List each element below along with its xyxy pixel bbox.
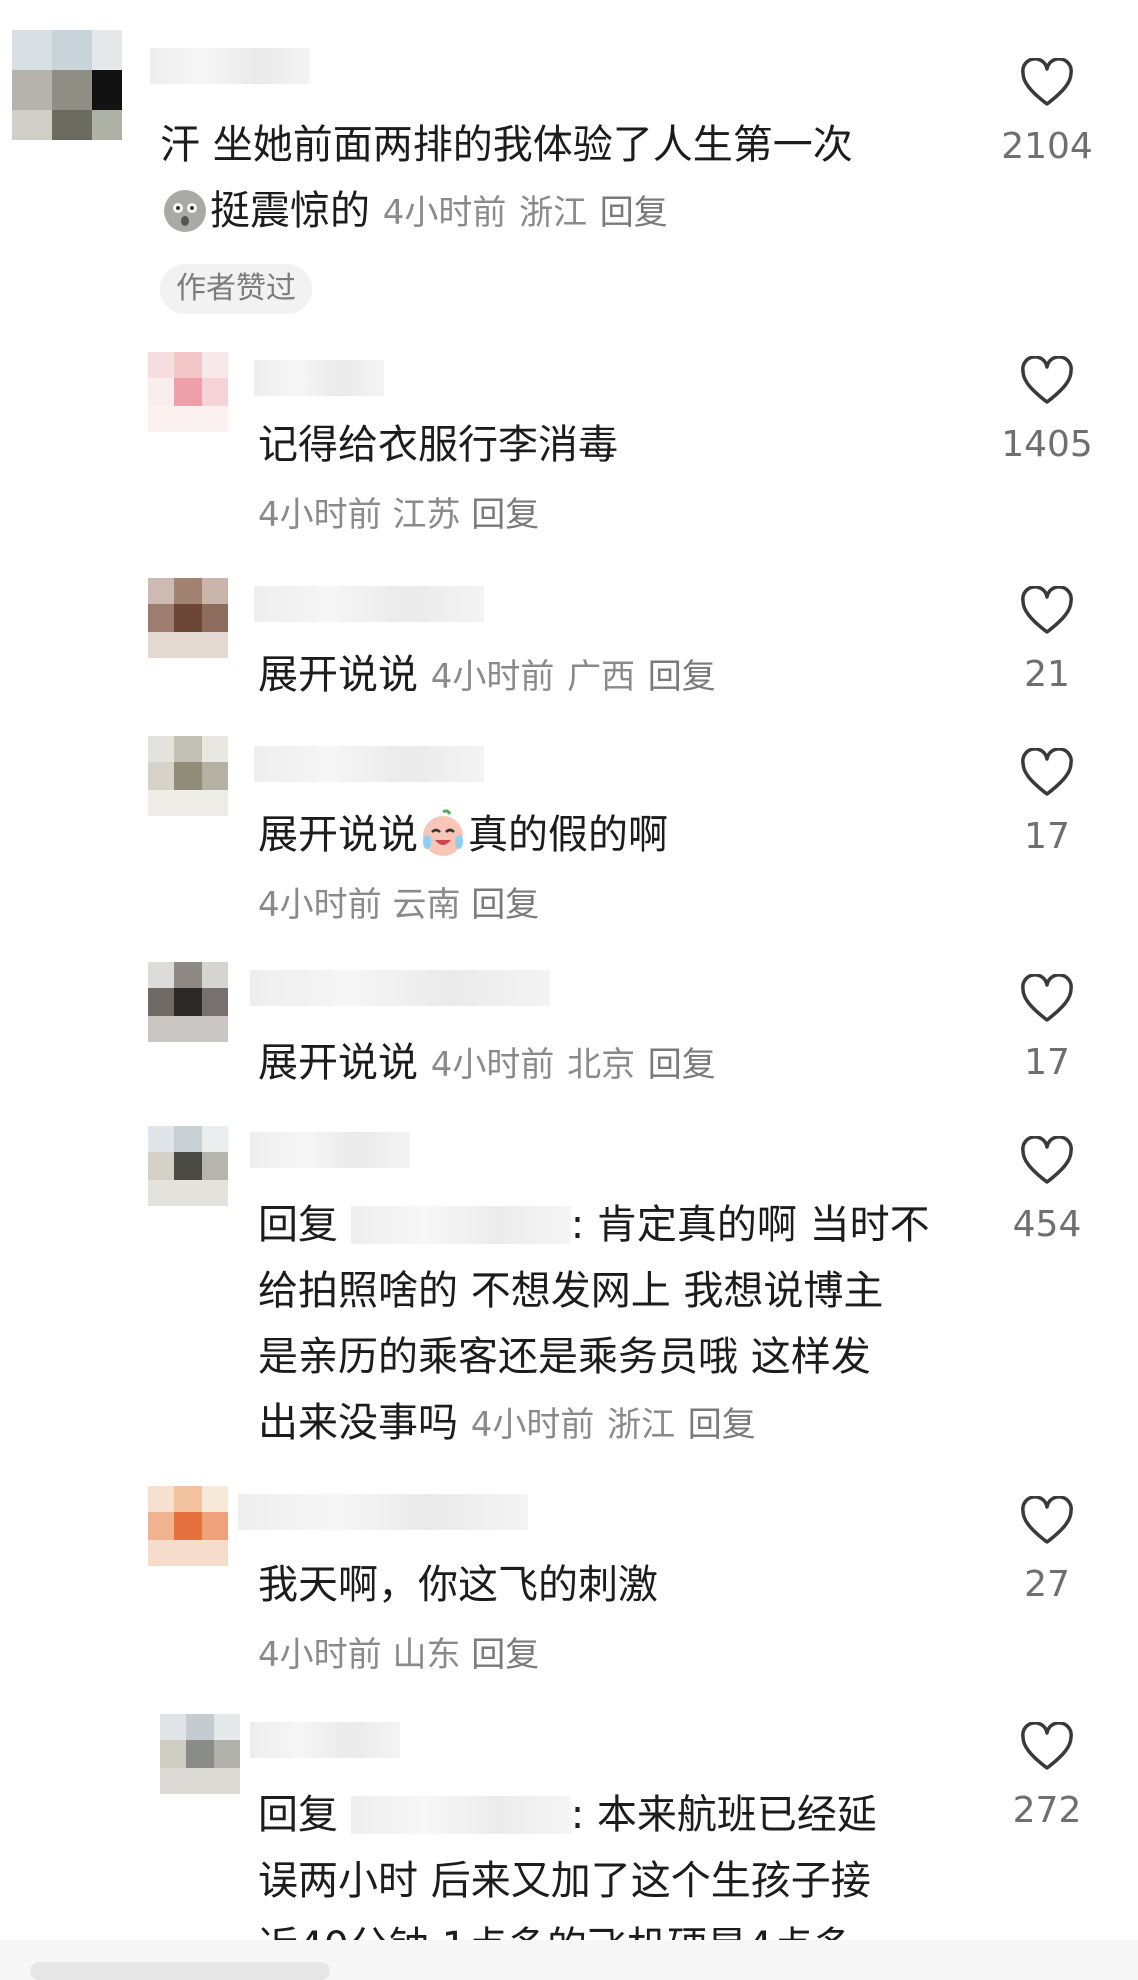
comment-meta: 4小时前 山东 回复 xyxy=(258,1630,539,1680)
comment-location: 山东 xyxy=(392,1635,461,1675)
comment-text: 近40分钟 1点多的飞机硬是4点多 xyxy=(258,1914,853,1940)
avatar[interactable] xyxy=(148,352,228,432)
reply-prefix: 回复 xyxy=(258,1202,338,1248)
like-count: 272 xyxy=(1012,1790,1082,1831)
comment-time: 4小时前 xyxy=(258,495,382,535)
comment-text: 展开说说 xyxy=(258,652,418,698)
username-blurred[interactable] xyxy=(254,586,484,622)
avatar[interactable] xyxy=(148,962,228,1042)
like-button[interactable]: 2104 xyxy=(992,58,1102,172)
reply-button[interactable]: 回复 xyxy=(688,1405,756,1445)
comment-time: 4小时前 xyxy=(430,1045,555,1085)
like-count: 17 xyxy=(1024,816,1070,857)
like-count: 2104 xyxy=(1001,126,1093,167)
username-blurred[interactable] xyxy=(150,48,310,84)
like-count: 27 xyxy=(1024,1564,1070,1605)
comment-text: 汗 坐她前面两排的我体验了人生第一次 xyxy=(160,122,853,168)
comment-time: 4小时前 xyxy=(430,657,555,697)
username-blurred[interactable] xyxy=(254,360,384,396)
heart-outline-icon[interactable] xyxy=(992,586,1102,636)
comment-text: 记得给衣服行李消毒 xyxy=(258,422,618,468)
like-button[interactable]: 272 xyxy=(992,1722,1102,1836)
comment-text: 出来没事吗 xyxy=(258,1400,458,1446)
heart-outline-icon[interactable] xyxy=(992,1496,1102,1546)
reply-button[interactable]: 回复 xyxy=(471,495,539,535)
comment-text: 回复 : 本来航班已经延 xyxy=(258,1792,877,1838)
comment-meta: 4小时前 云南 回复 xyxy=(258,880,539,930)
heart-outline-icon[interactable] xyxy=(992,748,1102,798)
username-blurred[interactable] xyxy=(250,970,550,1006)
comment-location: 浙江 xyxy=(607,1405,676,1445)
comment-text: 我天啊，你这飞的刺激 xyxy=(258,1562,658,1608)
input-bar-edge[interactable] xyxy=(30,1962,330,1980)
comment-text: 回复 : 肯定真的啊 当时不 xyxy=(258,1202,930,1248)
reply-button[interactable]: 回复 xyxy=(471,885,539,925)
shocked-face-emoji xyxy=(160,184,210,234)
comment-text: 给拍照啥的 不想发网上 我想说博主 xyxy=(258,1268,884,1314)
like-count: 21 xyxy=(1024,654,1070,695)
like-count: 454 xyxy=(1012,1204,1082,1245)
like-button[interactable]: 17 xyxy=(992,748,1102,862)
username-blurred[interactable] xyxy=(250,1132,410,1168)
reply-button[interactable]: 回复 xyxy=(471,1635,539,1675)
comment-text: 真的假的啊 xyxy=(468,812,668,858)
like-button[interactable]: 21 xyxy=(992,586,1102,700)
comment-time: 4小时前 xyxy=(258,885,382,925)
comment-location: 北京 xyxy=(567,1045,636,1085)
comment-text-line2: 挺震惊的 4小时前 浙江 回复 xyxy=(160,178,668,246)
avatar[interactable] xyxy=(160,1714,240,1794)
avatar[interactable] xyxy=(148,1486,228,1566)
reply-prefix: 回复 xyxy=(258,1792,338,1838)
heart-outline-icon[interactable] xyxy=(992,356,1102,406)
heart-outline-icon[interactable] xyxy=(992,974,1102,1024)
comment-text-line: 出来没事吗 4小时前 浙江 回复 xyxy=(258,1390,756,1458)
comment-text: 展开说说 xyxy=(258,812,418,858)
avatar[interactable] xyxy=(12,30,122,140)
like-count: 1405 xyxy=(1001,424,1093,465)
avatar[interactable] xyxy=(148,736,228,816)
mentioned-user-blurred[interactable] xyxy=(350,1206,571,1244)
comment-text: 误两小时 后来又加了这个生孩子接 xyxy=(258,1858,871,1904)
username-blurred[interactable] xyxy=(238,1494,528,1530)
heart-outline-icon[interactable] xyxy=(992,1722,1102,1772)
comment-time: 4小时前 xyxy=(470,1405,595,1445)
comment-location: 浙江 xyxy=(519,193,588,233)
crying-laughing-face-emoji xyxy=(418,808,468,858)
comment-location: 广西 xyxy=(567,657,636,697)
username-blurred[interactable] xyxy=(254,746,484,782)
heart-outline-icon[interactable] xyxy=(992,1136,1102,1186)
reply-button[interactable]: 回复 xyxy=(648,657,716,697)
avatar[interactable] xyxy=(148,1126,228,1206)
reply-button[interactable]: 回复 xyxy=(648,1045,716,1085)
comment-text: 是亲历的乘客还是乘务员哦 这样发 xyxy=(258,1334,871,1380)
comment-text-line: 展开说说 真的假的啊 xyxy=(258,802,668,868)
comment-meta: 4小时前 江苏 回复 xyxy=(258,490,539,540)
comment-text: 展开说说 xyxy=(258,1040,418,1086)
username-blurred[interactable] xyxy=(250,1722,400,1758)
comment-text-line: 展开说说 4小时前 广西 回复 xyxy=(258,642,716,710)
like-button[interactable]: 454 xyxy=(992,1136,1102,1250)
like-count: 17 xyxy=(1024,1042,1070,1083)
like-button[interactable]: 1405 xyxy=(992,356,1102,470)
comment-text: 挺震惊的 xyxy=(210,188,370,234)
author-liked-badge: 作者赞过 xyxy=(160,264,312,314)
avatar[interactable] xyxy=(148,578,228,658)
mentioned-user-blurred[interactable] xyxy=(350,1796,571,1834)
comment-text-line: 展开说说 4小时前 北京 回复 xyxy=(258,1030,716,1098)
comment-time: 4小时前 xyxy=(382,193,507,233)
heart-outline-icon[interactable] xyxy=(992,58,1102,108)
comment-time: 4小时前 xyxy=(258,1635,382,1675)
comment-location: 云南 xyxy=(392,885,461,925)
like-button[interactable]: 17 xyxy=(992,974,1102,1088)
reply-button[interactable]: 回复 xyxy=(600,193,668,233)
comment-location: 江苏 xyxy=(392,495,461,535)
like-button[interactable]: 27 xyxy=(992,1496,1102,1610)
